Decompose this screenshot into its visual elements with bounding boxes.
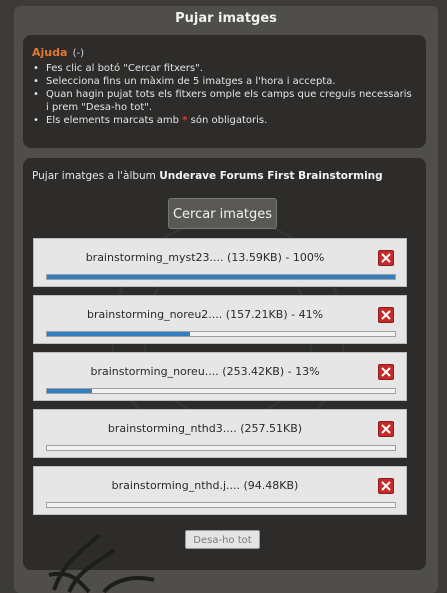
file-label: brainstorming_noreu2.... (157.21KB) - 41… [86, 308, 324, 321]
help-panel: Ajuda (-) • Fes clic al botó "Cercar fitx… [23, 35, 426, 148]
help-item-required: • Els elements marcats amb * són obligato… [33, 115, 268, 126]
remove-file-button[interactable] [378, 478, 394, 494]
progress-bar [46, 445, 396, 451]
file-row: brainstorming_nthd.j.... (94.48KB) [33, 466, 407, 515]
remove-file-button[interactable] [378, 250, 394, 266]
close-icon [381, 367, 391, 377]
file-label: brainstorming_myst23.... (13.59KB) - 100… [85, 251, 325, 264]
progress-bar [46, 331, 396, 337]
dialog-title: Pujar imatges [175, 11, 277, 26]
file-label: brainstorming_noreu.... (253.42KB) - 13% [90, 365, 320, 378]
help-item: • Selecciona fins un màxim de 5 imatges a… [33, 76, 336, 87]
remove-file-button[interactable] [378, 421, 394, 437]
required-star: * [182, 115, 188, 126]
remove-file-button[interactable] [378, 364, 394, 380]
save-all-button[interactable]: Desa-ho tot [185, 530, 260, 549]
close-icon [381, 310, 391, 320]
file-label: brainstorming_nthd3.... (257.51KB) [107, 422, 303, 435]
album-name: Underave Forums First Brainstorming [159, 170, 383, 182]
progress-fill [47, 332, 190, 336]
progress-fill [47, 389, 93, 393]
close-icon [381, 481, 391, 491]
file-row: brainstorming_myst23.... (13.59KB) - 100… [33, 238, 407, 287]
file-row: brainstorming_noreu2.... (157.21KB) - 41… [33, 295, 407, 344]
help-list: • Fes clic al botó "Cercar fitxers". • Sel… [32, 62, 412, 127]
help-toggle[interactable]: (-) [73, 48, 84, 59]
close-icon [381, 253, 391, 263]
decorative-ornament [48, 533, 155, 593]
progress-bar [46, 274, 396, 280]
search-images-button[interactable]: Cercar imatges [168, 198, 277, 229]
help-item: • Fes clic al botó "Cercar fitxers". [33, 63, 203, 74]
remove-file-button[interactable] [378, 307, 394, 323]
file-label: brainstorming_nthd.j.... (94.48KB) [111, 479, 299, 492]
file-row: brainstorming_nthd3.... (257.51KB) [33, 409, 407, 458]
progress-bar [46, 388, 396, 394]
album-line: Pujar imatges a l'àlbum Underave Forums … [32, 170, 383, 182]
help-header: Ajuda (-) [32, 46, 84, 59]
help-title: Ajuda [32, 46, 68, 59]
file-row: brainstorming_noreu.... (253.42KB) - 13% [33, 352, 407, 401]
close-icon [381, 424, 391, 434]
progress-bar [46, 502, 396, 508]
help-item: • Quan hagin pujat tots els fitxers omple… [33, 89, 412, 113]
album-prefix: Pujar imatges a l'àlbum [32, 170, 156, 182]
upload-panel: Pujar imatges a l'àlbum Underave Forums … [23, 158, 426, 570]
progress-fill [47, 275, 395, 279]
